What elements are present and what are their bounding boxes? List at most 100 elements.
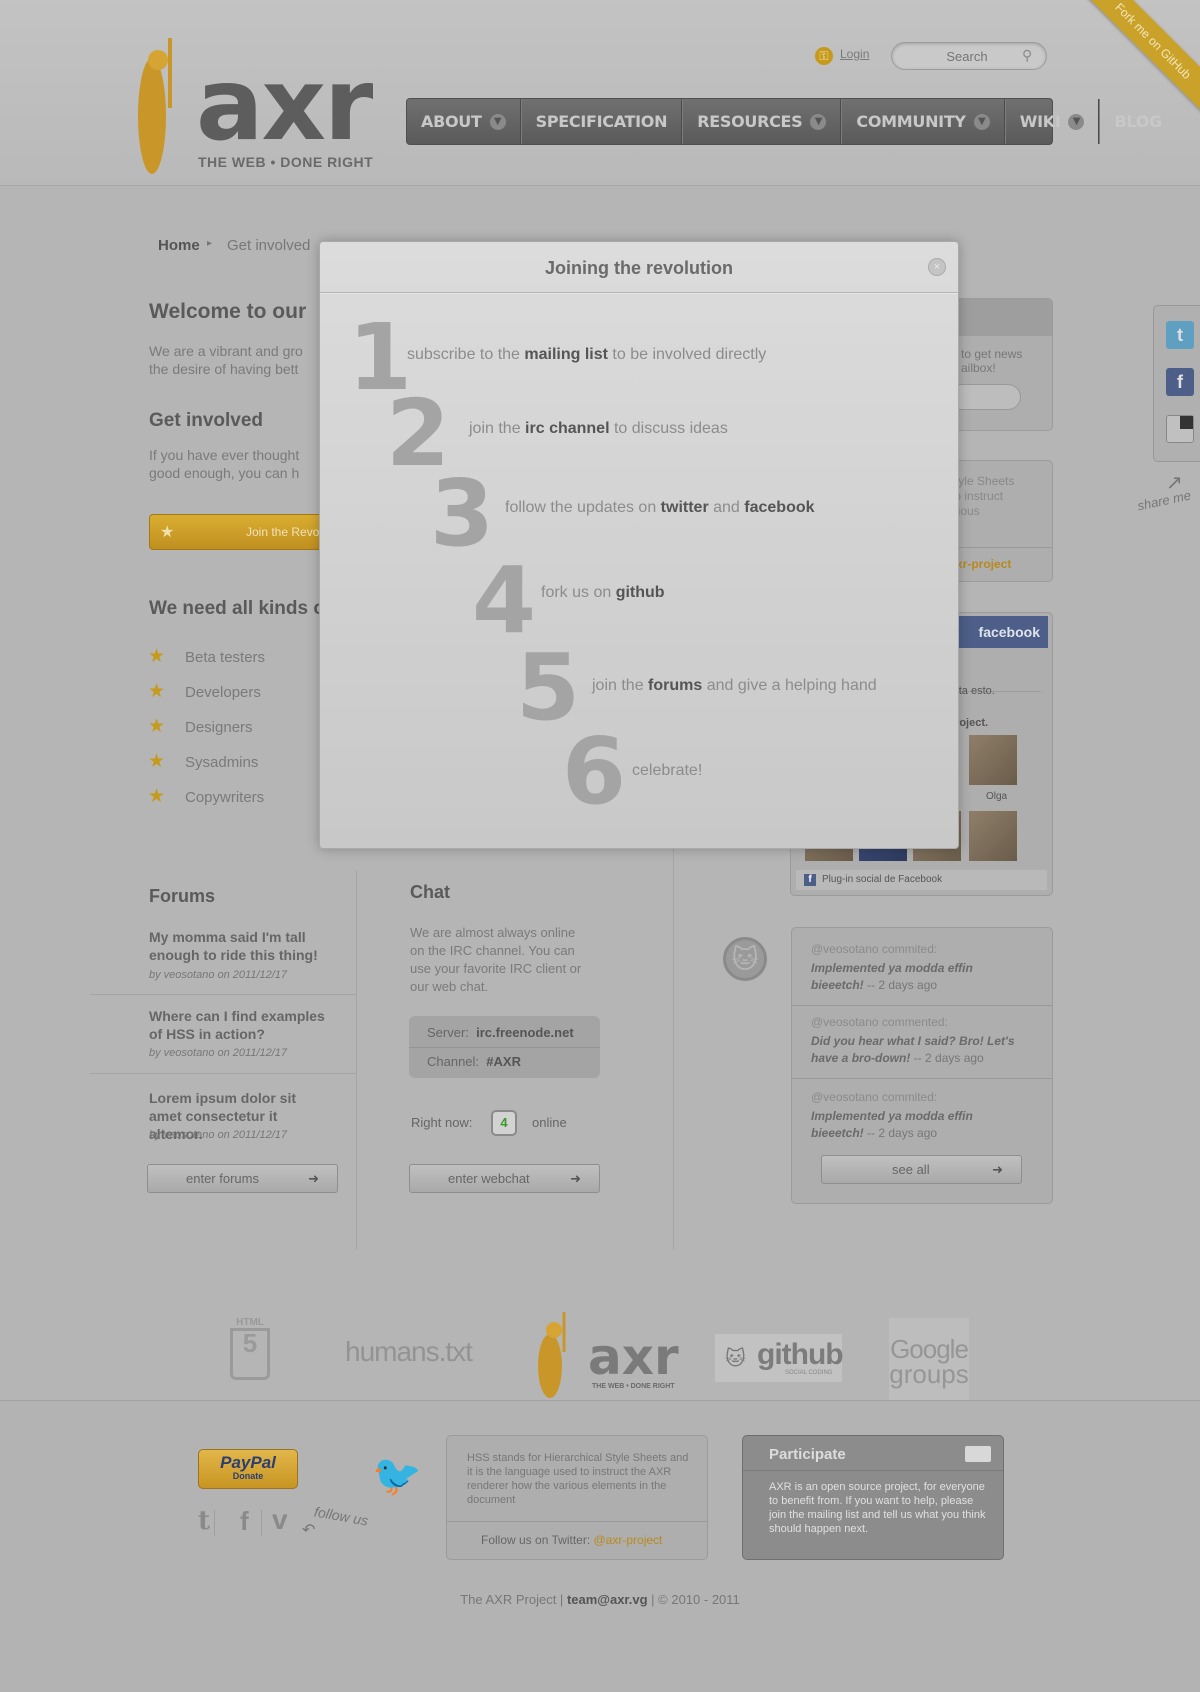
octocat-icon: 🐱 <box>725 1348 746 1370</box>
nav-wiki[interactable]: WIKI ▼ <box>1004 99 1100 144</box>
login-link[interactable]: Login <box>840 47 869 61</box>
star-icon: ★ <box>148 716 166 737</box>
divider <box>792 1078 1052 1079</box>
step-number: 6 <box>562 718 626 825</box>
fb-avatar[interactable] <box>969 811 1017 861</box>
nav-community[interactable]: COMMUNITY ▼ <box>841 99 1005 144</box>
commit-user: @veosotano commited: <box>811 1090 938 1104</box>
twitter-handle-link[interactable]: xr-project <box>956 557 1011 571</box>
commit-message: Implemented ya modda effin bieeetch! -- … <box>811 1109 973 1140</box>
search-box: ⚲ <box>891 42 1047 70</box>
delicious-icon[interactable] <box>1166 415 1194 443</box>
breadcrumb-home[interactable]: Home <box>158 237 200 254</box>
facebook-icon: f <box>804 874 816 886</box>
step-5-text: join the forums and give a helping hand <box>592 677 877 694</box>
modal-title: Joining the revolution <box>545 258 733 278</box>
chat-title: Chat <box>410 882 450 902</box>
server-label: Server: <box>427 1025 469 1040</box>
vimeo-icon[interactable]: v <box>272 1504 288 1536</box>
email-link[interactable]: team@axr.vg <box>567 1592 648 1607</box>
paypal-donate-button[interactable]: PayPal Donate <box>198 1449 298 1489</box>
share-label: share me <box>1136 487 1193 514</box>
axr-footer-tagline: THE WEB • DONE RIGHT <box>592 1383 675 1390</box>
see-all-button[interactable]: see all ➜ <box>821 1155 1022 1184</box>
divider <box>90 1073 356 1074</box>
column-divider <box>356 870 357 1250</box>
forum-post-title[interactable]: Where can I find examples of HSS in acti… <box>149 1007 329 1043</box>
kind-item: Sysadmins <box>185 754 259 771</box>
newsletter-text-2: ailbox! <box>961 361 996 375</box>
close-icon[interactable]: × <box>928 258 946 276</box>
kinds-title: We need all kinds o <box>149 598 325 619</box>
github-logo[interactable]: 🐱 github SOCIAL CODING <box>715 1334 844 1382</box>
step-4-text: fork us on github <box>541 584 665 601</box>
tumblr-icon[interactable]: t <box>198 1506 210 1536</box>
join-revolution-button[interactable]: Join the Revo <box>149 514 329 550</box>
logo-tagline: THE WEB • DONE RIGHT <box>198 154 374 170</box>
nav-label: BLOG <box>1114 112 1162 131</box>
twitter-handle-link[interactable]: @axr-project <box>594 1533 663 1547</box>
search-icon[interactable]: ⚲ <box>1022 47 1032 64</box>
google-groups-logo[interactable]: Google groups <box>889 1318 969 1400</box>
arrow-right-icon: ➜ <box>992 1162 1003 1177</box>
button-label: see all <box>892 1162 930 1177</box>
channel-value: #AXR <box>486 1054 521 1069</box>
commit-message: Did you hear what I said? Bro! Let's hav… <box>811 1034 1015 1065</box>
participate-text: AXR is an open source project, for every… <box>769 1481 986 1535</box>
divider <box>409 1047 600 1048</box>
get-involved-text-2: good enough, you can h <box>149 465 300 481</box>
share-panel: t f <box>1153 305 1200 462</box>
kind-item: Beta testers <box>185 649 266 666</box>
nav-label: WIKI <box>1019 112 1061 131</box>
arrow-right-icon: ➜ <box>570 1171 581 1186</box>
axr-footer-figure <box>538 1312 566 1398</box>
github-link[interactable]: github <box>616 584 665 601</box>
twitter-icon[interactable]: t <box>1166 321 1194 349</box>
fb-avatar[interactable] <box>969 735 1017 785</box>
irc-server-box: Server: irc.freenode.net Channel: #AXR <box>409 1016 600 1078</box>
commit-message: Implemented ya modda effin bieeetch! -- … <box>811 961 973 992</box>
column-divider <box>673 800 674 1250</box>
mailing-list-link[interactable]: mailing list <box>524 346 608 363</box>
welcome-text-1: We are a vibrant and gro <box>149 343 303 359</box>
forum-post-title[interactable]: My momma said I'm tall enough to ride th… <box>149 928 329 964</box>
nav-label: SPECIFICATION <box>535 112 668 131</box>
facebook-header[interactable]: facebook <box>955 616 1048 648</box>
right-now-label: Right now: <box>411 1115 473 1130</box>
online-label: online <box>532 1115 567 1130</box>
nav-about[interactable]: ABOUT ▼ <box>407 99 521 144</box>
facebook-icon[interactable]: f <box>1166 368 1194 396</box>
search-input[interactable] <box>892 43 1016 69</box>
forums-link[interactable]: forums <box>648 677 702 694</box>
chevron-down-icon: ▼ <box>1068 113 1085 130</box>
humans-txt-logo[interactable]: humans.txt <box>345 1336 473 1368</box>
step-6-text: celebrate! <box>632 762 703 779</box>
html5-logo[interactable]: HTML 5 <box>230 1317 270 1380</box>
twitter-link[interactable]: twitter <box>661 499 709 516</box>
nav-blog[interactable]: BLOG <box>1099 99 1175 144</box>
mail-icon[interactable] <box>965 1446 991 1462</box>
divider <box>261 1510 262 1536</box>
kind-item: Copywriters <box>185 789 265 806</box>
github-octocat-icon[interactable]: 🐱 <box>723 937 767 981</box>
facebook-icon[interactable]: f <box>240 1506 249 1537</box>
key-icon: ⚿ <box>815 47 833 65</box>
enter-webchat-button[interactable]: enter webchat ➜ <box>409 1164 600 1193</box>
nav-resources[interactable]: RESOURCES ▼ <box>682 99 842 144</box>
fb-plugin-bar: f Plug-in social de Facebook <box>796 870 1047 890</box>
breadcrumb-arrow-icon: ▸ <box>207 238 213 249</box>
twitter-bird-icon: 🐦 <box>372 1454 422 1498</box>
fb-plugin-label: Plug-in social de Facebook <box>822 874 943 885</box>
welcome-text-2: the desire of having bett <box>149 361 299 377</box>
nav-specification[interactable]: SPECIFICATION <box>520 99 683 144</box>
axr-footer-logo[interactable]: axr <box>588 1332 679 1382</box>
kind-item: Developers <box>185 684 261 701</box>
logo-wordmark[interactable]: axr <box>196 55 373 155</box>
irc-channel-link[interactable]: irc channel <box>525 420 609 437</box>
forum-post-meta: by veosotano on 2011/12/17 <box>149 1129 288 1141</box>
forums-title: Forums <box>149 886 216 906</box>
facebook-link[interactable]: facebook <box>744 499 814 516</box>
enter-forums-button[interactable]: enter forums ➜ <box>147 1164 338 1193</box>
star-icon: ★ <box>160 524 175 541</box>
channel-label: Channel: <box>427 1054 480 1069</box>
